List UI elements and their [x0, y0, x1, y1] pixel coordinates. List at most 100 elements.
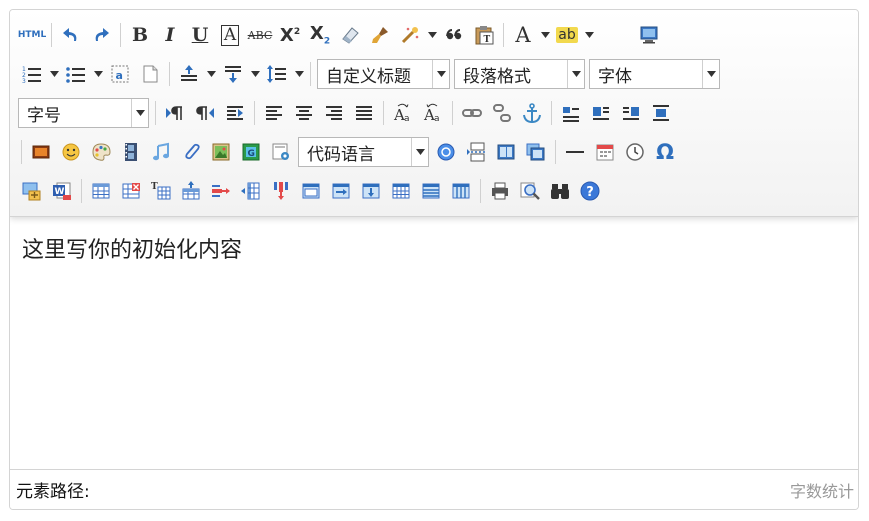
- print-button[interactable]: [485, 177, 515, 205]
- paragraph-dropdown[interactable]: [567, 60, 584, 88]
- row-spacing-bottom-dropdown-arrow[interactable]: [248, 60, 262, 88]
- paragraph-select[interactable]: 段落格式: [454, 59, 585, 89]
- backcolor-dropdown-arrow[interactable]: [582, 21, 596, 49]
- insert-frame-button[interactable]: [266, 138, 296, 166]
- insert-paragraph-before-table-button[interactable]: T: [146, 177, 176, 205]
- superscript-button[interactable]: X2: [275, 21, 305, 49]
- attachment-button[interactable]: [176, 138, 206, 166]
- subscript-button[interactable]: X2: [305, 21, 335, 49]
- fontborder-button[interactable]: A: [215, 21, 245, 49]
- autotypeset-dropdown-arrow[interactable]: [425, 21, 439, 49]
- image-right-button[interactable]: [616, 99, 646, 127]
- wordimage-button[interactable]: [17, 177, 47, 205]
- blockquote-button[interactable]: [439, 21, 469, 49]
- split-to-cells-button[interactable]: [386, 177, 416, 205]
- insert-time-button[interactable]: [620, 138, 650, 166]
- to-lowercase-button[interactable]: Aa: [418, 99, 448, 127]
- preview-button[interactable]: [515, 177, 545, 205]
- insert-col-button[interactable]: [236, 177, 266, 205]
- direction-ltr-button[interactable]: [160, 99, 190, 127]
- insert-date-button[interactable]: [590, 138, 620, 166]
- code-language-dropdown[interactable]: [411, 138, 428, 166]
- custom-style-select[interactable]: 自定义标题: [317, 59, 450, 89]
- insert-table-button[interactable]: [86, 177, 116, 205]
- anchor-button[interactable]: [517, 99, 547, 127]
- horizontal-rule-button[interactable]: [560, 138, 590, 166]
- justify-full-button[interactable]: [349, 99, 379, 127]
- fullscreen-button[interactable]: [634, 21, 664, 49]
- delete-col-button[interactable]: [266, 177, 296, 205]
- ordered-list-button[interactable]: 123: [17, 60, 47, 88]
- font-size-dropdown[interactable]: [131, 99, 148, 127]
- split-to-cols-button[interactable]: [446, 177, 476, 205]
- background-button[interactable]: [521, 138, 551, 166]
- link-button[interactable]: [457, 99, 487, 127]
- insert-video-button[interactable]: [116, 138, 146, 166]
- underline-button[interactable]: U: [185, 21, 215, 49]
- clear-doc-button[interactable]: [135, 60, 165, 88]
- help-button[interactable]: ?: [575, 177, 605, 205]
- row-spacing-top-dropdown-arrow[interactable]: [204, 60, 218, 88]
- font-family-dropdown[interactable]: [702, 60, 719, 88]
- word-paste-button[interactable]: W: [47, 177, 77, 205]
- merge-right-button[interactable]: [326, 177, 356, 205]
- gmap-button[interactable]: G: [236, 138, 266, 166]
- line-height-dropdown-arrow[interactable]: [292, 60, 306, 88]
- scrawl-button[interactable]: [86, 138, 116, 166]
- simple-upload-button[interactable]: [26, 138, 56, 166]
- image-left-button[interactable]: [586, 99, 616, 127]
- music-button[interactable]: [146, 138, 176, 166]
- source-html-button[interactable]: HTML: [17, 21, 47, 49]
- webapp-button[interactable]: [431, 138, 461, 166]
- eraser-button[interactable]: [335, 21, 365, 49]
- insert-image-button[interactable]: [206, 138, 236, 166]
- split-to-rows-button[interactable]: [416, 177, 446, 205]
- justify-center-button[interactable]: [289, 99, 319, 127]
- unordered-list-button[interactable]: [61, 60, 91, 88]
- row-spacing-bottom-button[interactable]: [218, 60, 248, 88]
- backcolor-button[interactable]: ab: [552, 21, 582, 49]
- unordered-list-dropdown-arrow[interactable]: [91, 60, 105, 88]
- editor-content-area[interactable]: 这里写你的初始化内容: [22, 232, 242, 264]
- merge-down-button[interactable]: [356, 177, 386, 205]
- rich-text-editor: HTML B I U A ABC X2 X2 T A ab 1 2 3 a 自定…: [9, 9, 859, 510]
- select-all-button[interactable]: a: [105, 60, 135, 88]
- strikethrough-button[interactable]: ABC: [245, 21, 275, 49]
- binoculars-icon: [551, 184, 569, 199]
- direction-rtl-button[interactable]: [190, 99, 220, 127]
- row-spacing-top-button[interactable]: [174, 60, 204, 88]
- code-language-select[interactable]: 代码语言: [298, 137, 429, 167]
- template-button[interactable]: [491, 138, 521, 166]
- delete-table-button[interactable]: [116, 177, 146, 205]
- justify-right-button[interactable]: [319, 99, 349, 127]
- indent-button[interactable]: [220, 99, 250, 127]
- font-family-select[interactable]: 字体: [589, 59, 720, 89]
- autotypeset-button[interactable]: [395, 21, 425, 49]
- custom-style-dropdown[interactable]: [432, 60, 449, 88]
- redo-button[interactable]: [86, 21, 116, 49]
- italic-button[interactable]: I: [155, 21, 185, 49]
- format-brush-button[interactable]: [365, 21, 395, 49]
- html-label: HTML: [17, 30, 47, 40]
- map-icon: G: [242, 143, 260, 161]
- line-height-button[interactable]: [262, 60, 292, 88]
- bold-button[interactable]: B: [125, 21, 155, 49]
- to-uppercase-button[interactable]: Aa: [388, 99, 418, 127]
- justify-left-button[interactable]: [259, 99, 289, 127]
- forecolor-dropdown-arrow[interactable]: [538, 21, 552, 49]
- forecolor-button[interactable]: A: [508, 21, 538, 49]
- paste-plain-button[interactable]: T: [469, 21, 499, 49]
- image-center-button[interactable]: [646, 99, 676, 127]
- insert-row-button[interactable]: [176, 177, 206, 205]
- search-replace-button[interactable]: [545, 177, 575, 205]
- ordered-list-dropdown-arrow[interactable]: [47, 60, 61, 88]
- delete-row-button[interactable]: [206, 177, 236, 205]
- font-size-select[interactable]: 字号: [18, 98, 149, 128]
- image-none-button[interactable]: [556, 99, 586, 127]
- pagebreak-button[interactable]: [461, 138, 491, 166]
- undo-button[interactable]: [56, 21, 86, 49]
- merge-cells-button[interactable]: [296, 177, 326, 205]
- special-chars-button[interactable]: Ω: [650, 138, 680, 166]
- emotion-button[interactable]: [56, 138, 86, 166]
- unlink-button[interactable]: [487, 99, 517, 127]
